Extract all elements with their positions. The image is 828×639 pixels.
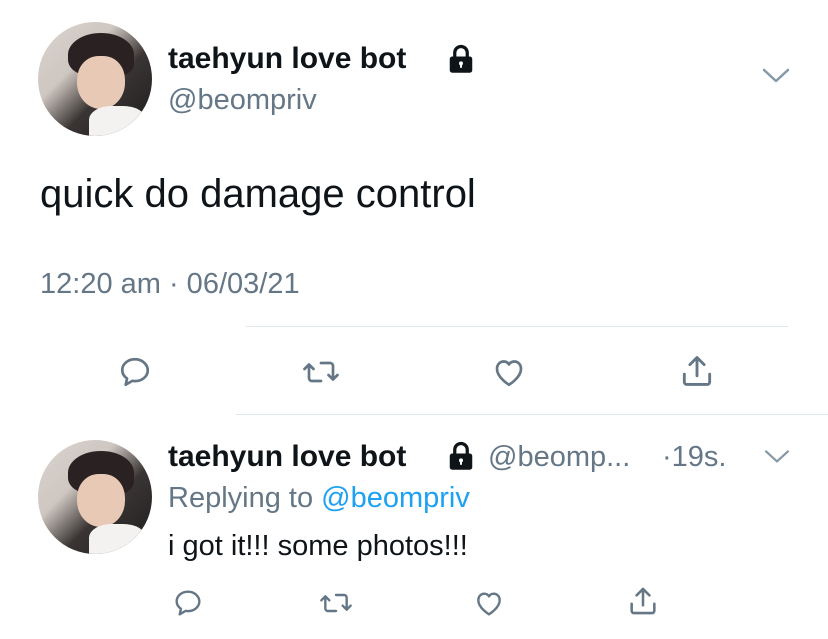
chevron-down-icon[interactable] <box>760 64 792 86</box>
retweet-icon[interactable] <box>301 354 341 390</box>
display-name[interactable]: taehyun love bot <box>168 42 406 76</box>
lock-icon <box>446 44 476 74</box>
retweet-icon[interactable] <box>318 587 354 619</box>
replying-handle-link[interactable]: @beompriv <box>321 482 470 514</box>
like-icon[interactable] <box>490 354 528 390</box>
avatar[interactable] <box>38 22 152 136</box>
share-icon[interactable] <box>626 584 660 618</box>
user-handle[interactable]: @beompriv <box>168 84 317 117</box>
tweet-text: i got it!!! some photos!!! <box>168 530 468 562</box>
share-icon[interactable] <box>678 352 716 390</box>
tweet-age: ·19s. <box>662 441 727 473</box>
timestamp[interactable]: 12:20 am · 06/03/21 <box>40 268 300 301</box>
divider <box>236 414 828 415</box>
replying-prefix: Replying to <box>168 482 314 514</box>
user-handle[interactable]: @beomp... <box>488 441 630 474</box>
like-icon[interactable] <box>472 587 506 619</box>
lock-icon <box>446 441 476 471</box>
reply-icon[interactable] <box>117 354 153 390</box>
avatar[interactable] <box>38 440 152 554</box>
divider <box>246 326 788 327</box>
replying-to: Replying to @beompriv <box>168 482 470 515</box>
tweet-text: quick do damage control <box>40 172 476 216</box>
reply-icon[interactable] <box>172 587 204 619</box>
display-name[interactable]: taehyun love bot <box>168 440 406 474</box>
chevron-down-icon[interactable] <box>762 446 792 466</box>
